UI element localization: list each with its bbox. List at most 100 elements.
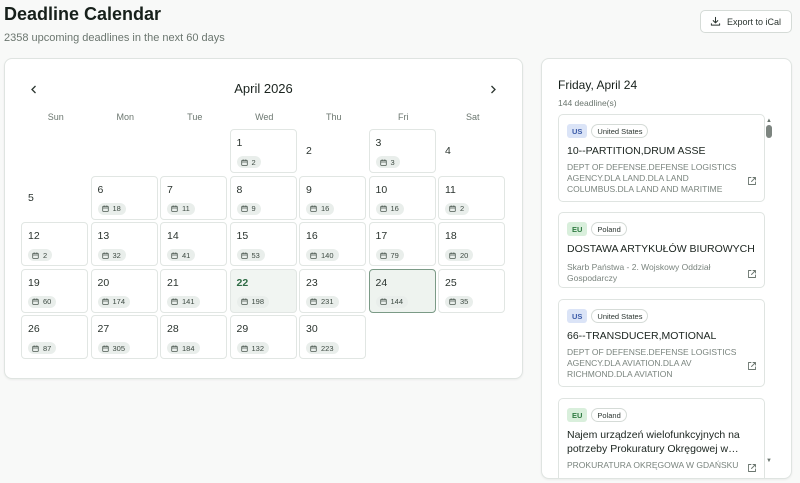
calendar-day-cell[interactable]: 33 xyxy=(368,129,436,173)
calendar-day-cell[interactable]: 29 132 xyxy=(229,315,297,359)
region-badge: EU xyxy=(567,222,588,236)
weekday-mon: Mon xyxy=(116,112,134,122)
day-detail-panel: Friday, April 24 144 deadline(s) US Unite… xyxy=(541,58,792,479)
calendar-day-cell[interactable]: 6 18 xyxy=(90,175,158,220)
page-title: Deadline Calendar xyxy=(4,4,162,24)
calendar-day-cell[interactable]: 10 16 xyxy=(368,175,436,220)
calendar-day-cell[interactable]: 12 2 xyxy=(21,222,88,266)
calendar-day-cell[interactable]: 14 41 xyxy=(160,222,227,266)
country-badge: Poland xyxy=(591,222,627,236)
calendar-icon xyxy=(310,298,317,305)
deadline-list-scrollbar[interactable]: ▲ ▼ xyxy=(766,118,772,464)
calendar-day-cell[interactable]: 27 305 xyxy=(90,315,158,359)
calendar-day-cell[interactable]: 20 174 xyxy=(90,268,158,313)
external-link-icon[interactable] xyxy=(747,266,757,278)
scrollbar-thumb[interactable] xyxy=(766,125,772,138)
export-label: Export to iCal xyxy=(726,16,781,27)
day-number: 5 xyxy=(28,191,34,204)
calendar-icon xyxy=(449,252,456,259)
calendar-day-cell[interactable]: 4 xyxy=(438,129,505,173)
deadline-count-badge: 184 xyxy=(167,342,200,354)
deadline-title: DOSTAWA ARTYKUŁÓW BIUROWYCH xyxy=(567,243,755,255)
export-ical-button[interactable]: Export to iCal xyxy=(699,10,792,33)
calendar-icon xyxy=(379,159,387,166)
calendar-card: April 2026 Sun Mon Tue Wed Thu Fri Sat 1223345… xyxy=(4,58,523,379)
calendar-day-cell[interactable]: 28 184 xyxy=(160,315,227,359)
deadline-agency: Skarb Państwa - 2. Wojskowy Oddział Gosp… xyxy=(567,262,711,283)
calendar-icon xyxy=(32,345,39,352)
scroll-up-arrow-icon[interactable]: ▲ xyxy=(766,118,772,124)
deadline-count: 184 xyxy=(182,343,195,353)
deadline-count: 79 xyxy=(390,250,399,260)
deadline-count: 174 xyxy=(112,297,126,306)
deadline-count: 140 xyxy=(321,250,334,260)
calendar-day-cell[interactable]: 13 32 xyxy=(90,222,158,266)
calendar-day-cell[interactable]: 12 xyxy=(229,129,297,173)
deadline-count-badge: 18 xyxy=(97,202,126,215)
calendar-icon xyxy=(171,345,178,352)
calendar-icon xyxy=(240,252,248,259)
page-header: Deadline Calendar 2358 upcoming deadline… xyxy=(4,4,225,44)
weekday-tue: Tue xyxy=(187,112,203,122)
calendar-day-cell[interactable]: 11 2 xyxy=(438,175,505,220)
deadline-tags: EU Poland xyxy=(567,408,627,422)
deadline-count-badge: 223 xyxy=(306,342,339,354)
calendar-day-cell[interactable]: 22 198 xyxy=(229,268,297,313)
deadline-count: 2 xyxy=(43,250,48,260)
next-month-button[interactable] xyxy=(484,80,502,98)
calendar-day-cell[interactable]: 18 20 xyxy=(438,222,505,266)
calendar-day-cell[interactable]: 25 35 xyxy=(438,268,505,313)
calendar-day-cell[interactable]: 5 xyxy=(21,175,88,220)
country-badge: United States xyxy=(591,124,649,138)
deadline-count: 198 xyxy=(251,297,265,306)
calendar-icon xyxy=(240,159,248,166)
deadline-count: 2 xyxy=(251,157,256,167)
day-number: 19 xyxy=(28,276,40,289)
day-number: 12 xyxy=(28,230,40,242)
deadline-item[interactable]: US United States 10--PARTITION,DRUM ASSE DE… xyxy=(558,114,765,202)
calendar-day-cell[interactable]: 26 87 xyxy=(21,315,88,359)
deadline-count-badge: 9 xyxy=(236,202,261,215)
deadline-count-badge: 60 xyxy=(28,295,57,308)
day-number: 25 xyxy=(445,276,457,289)
deadline-count: 223 xyxy=(321,343,334,353)
day-number: 24 xyxy=(375,276,388,289)
calendar-day-cell[interactable]: 30 223 xyxy=(299,315,366,359)
deadline-count: 305 xyxy=(112,343,126,353)
external-link-icon[interactable] xyxy=(747,358,757,370)
deadline-item[interactable]: EU Poland DOSTAWA ARTYKUŁÓW BIUROWYCH Skarb… xyxy=(558,212,765,288)
day-number: 8 xyxy=(236,183,243,196)
day-number: 26 xyxy=(28,323,40,335)
deadline-list[interactable]: US United States 10--PARTITION,DRUM ASSE DE… xyxy=(558,114,765,478)
calendar-day-cell[interactable]: 9 16 xyxy=(299,175,366,220)
deadline-item[interactable]: EU Poland Najem urządzeń wielofunkcyjnych … xyxy=(558,398,765,478)
day-number: 2 xyxy=(306,145,312,157)
external-link-icon[interactable] xyxy=(747,460,757,472)
deadline-count: 87 xyxy=(43,343,52,353)
country-badge: United States xyxy=(591,309,649,323)
calendar-day-cell[interactable]: 24 144 xyxy=(368,268,436,313)
calendar-day-cell[interactable]: 16 140 xyxy=(299,222,366,266)
deadline-count-badge: 16 xyxy=(306,202,335,215)
calendar-day-cell[interactable]: 21 141 xyxy=(160,268,227,313)
deadline-tags: US United States xyxy=(567,124,649,138)
deadline-count: 3 xyxy=(390,157,395,167)
calendar-day-cell[interactable]: 19 60 xyxy=(21,268,88,313)
calendar-day-cell[interactable]: 89 xyxy=(229,175,297,220)
calendar-day-cell[interactable]: 23 231 xyxy=(299,268,366,313)
day-number: 11 xyxy=(445,183,456,196)
chevron-right-icon xyxy=(491,85,496,93)
deadline-count-badge: 87 xyxy=(28,342,57,354)
calendar-icon xyxy=(32,298,39,305)
scroll-down-arrow-icon[interactable]: ▼ xyxy=(766,458,772,464)
deadline-item[interactable]: US United States 66--TRANSDUCER,MOTIONAL DE… xyxy=(558,299,765,387)
calendar-day-cell[interactable]: 7 11 xyxy=(160,175,227,220)
calendar-day-cell[interactable]: 15 53 xyxy=(229,222,297,266)
calendar-day-cell[interactable]: 17 79 xyxy=(368,222,436,266)
deadline-count: 41 xyxy=(182,250,191,260)
day-number: 18 xyxy=(445,230,457,242)
calendar-day-cell[interactable]: 2 xyxy=(299,129,366,173)
external-link-icon[interactable] xyxy=(747,173,757,185)
day-number: 6 xyxy=(97,183,104,196)
day-number: 29 xyxy=(236,323,249,335)
